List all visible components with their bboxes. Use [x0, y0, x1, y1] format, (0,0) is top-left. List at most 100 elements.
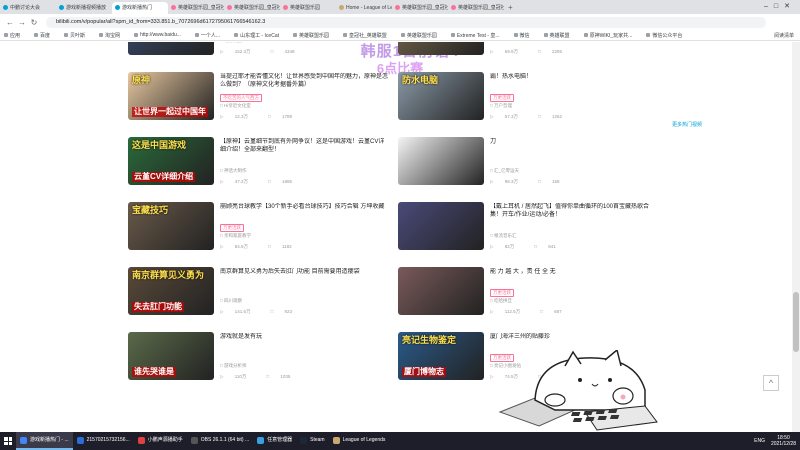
video-title[interactable]: 刀	[490, 138, 660, 146]
video-thumbnail[interactable]	[128, 42, 214, 55]
back-to-top-button[interactable]: ^	[763, 375, 779, 391]
bookmark-favicon-icon	[234, 33, 239, 38]
video-card[interactable]: ▷ 69.9万 □ 2285	[398, 42, 658, 67]
view-count-value: 84.6万	[234, 244, 248, 249]
taskbar-app-icon	[332, 436, 340, 444]
bookmark-item[interactable]: 英雄联盟	[543, 32, 570, 39]
input-language[interactable]: ENG	[754, 438, 765, 444]
browser-tab[interactable]: 英雄联盟乐园_皇冠社	[392, 2, 448, 14]
video-thumbnail[interactable]	[398, 42, 484, 55]
video-stats: ▷ 141.6万 □ 923	[220, 309, 312, 315]
video-card[interactable]: 原神 让世界一起过中国年 当提过耶才能否懂文化！让世界感受到中国年的魅力，原神是怎么…	[128, 72, 388, 132]
comment-icon: □	[540, 309, 545, 314]
browser-tab[interactable]: 英雄联盟乐园	[280, 2, 336, 14]
video-stats: ▷ 112.6万 □ 687	[490, 309, 582, 315]
bookmark-item[interactable]: 皇冠社_英雄联盟	[343, 32, 387, 39]
video-thumbnail[interactable]: 亮记生物鉴定 厦门博物志	[398, 332, 484, 380]
video-title[interactable]: 【戴上耳机 / 居然起飞】值得你单曲循环的100首宝藏热歌合集！开车/作业/运动…	[490, 203, 660, 219]
uploader-name[interactable]: □ 神话大制作	[220, 168, 246, 174]
video-card[interactable]: □ 幻影汉服 ▷ 152.3万 □ 4348	[128, 42, 388, 67]
video-card[interactable]: 南京群算见义勇为 失去肛门功能 南京群算见义勇为后失去肛门功能 目前需要用造瘘袋 □ …	[128, 267, 388, 327]
taskbar-app[interactable]: OBS 26.1.1 (64 bit) ...	[187, 432, 253, 450]
bookmark-item[interactable]: 微信	[513, 32, 530, 39]
taskbar-app[interactable]: League of Legends	[329, 432, 390, 450]
forward-icon[interactable]: →	[16, 18, 28, 27]
uploader-name[interactable]: □ 游戏分析师	[220, 363, 246, 369]
video-thumbnail[interactable]	[398, 267, 484, 315]
start-button[interactable]	[0, 432, 16, 450]
uploader-name[interactable]: □ 万户哲理	[490, 103, 512, 109]
video-thumbnail[interactable]: 这是中国游戏 云堇CV详细介绍	[128, 137, 214, 185]
video-thumbnail[interactable]: 谁先哭谁是	[128, 332, 214, 380]
new-tab-button[interactable]: +	[504, 2, 517, 14]
video-card[interactable]: 这是中国游戏 云堇CV详细介绍 【原神】云堇细节到底有外网争议！这是中国游戏！云堇C…	[128, 137, 388, 197]
taskbar-app[interactable]: 小鹏声源播助手	[134, 432, 187, 450]
uploader-name[interactable]: □ Hi亲近文化室	[220, 103, 251, 109]
bookmark-favicon-icon	[583, 33, 588, 38]
bookmark-item[interactable]: http://www.baidu...	[134, 32, 181, 38]
bookmark-item[interactable]: 淘宝网	[99, 32, 120, 39]
video-title[interactable]: 当提过耶才能否懂文化！让世界感受到中国年的魅力，原神是怎么做到？（原神文化考据番…	[220, 73, 390, 89]
bookmark-item[interactable]: 微信公众平台	[646, 32, 682, 39]
uploader-name[interactable]: □ 吃哈拼旦	[490, 298, 512, 304]
uploader-name[interactable]: □ 汇_亿零运天	[490, 168, 519, 174]
video-title[interactable]: 游戏就是发有玩	[220, 333, 390, 341]
comment-count: □ 923	[270, 309, 301, 314]
browser-tab[interactable]: 游戏新播视频播放	[56, 2, 112, 14]
browser-tab[interactable]: 游戏新播热门	[112, 2, 168, 14]
uploader-name[interactable]: □ 根流音乐汇	[490, 233, 516, 239]
browser-tab[interactable]: 中鹏讨论大会	[0, 2, 56, 14]
video-thumbnail[interactable]: 防水电脑	[398, 72, 484, 120]
clock[interactable]: 18:50 2021/12/28	[771, 435, 796, 447]
taskbar-app[interactable]: 任意管理器	[253, 432, 296, 450]
video-thumbnail[interactable]: 原神 让世界一起过中国年	[128, 72, 214, 120]
bookmark-item[interactable]: 原神WIKI_玩家共...	[583, 32, 632, 39]
bookmark-item[interactable]: 山东理工 - IceCat	[234, 32, 279, 39]
comment-count-value: 1886	[281, 179, 292, 184]
scrollbar-thumb[interactable]	[793, 292, 799, 352]
tab-favicon-icon	[59, 5, 64, 11]
bookmark-item[interactable]: 英雄联盟乐园	[293, 32, 329, 39]
video-title[interactable]: 【原神】云堇细节到底有外网争议！这是中国游戏！云堇CV详细介绍！全部来翻型！	[220, 138, 390, 154]
bookmark-item[interactable]: Extreme Test - 皇...	[450, 32, 500, 39]
video-thumbnail[interactable]	[398, 202, 484, 250]
back-icon[interactable]: ←	[4, 18, 16, 27]
browser-tab[interactable]: 英雄联盟乐园_皇冠社	[448, 2, 504, 14]
taskbar-app[interactable]: 21570215732156...	[73, 432, 134, 450]
more-popular-link[interactable]: 更多热门视频	[672, 121, 702, 128]
browser-tab[interactable]: Home - League of Le...	[336, 2, 392, 14]
bookmark-item[interactable]: 百度	[34, 32, 50, 39]
video-title[interactable]: 崩顾亮台球教学【30个新手必看台球技巧】技巧合辑 方坤收藏	[220, 203, 390, 211]
reading-list-button[interactable]: 阅读清单	[774, 32, 794, 39]
bookmark-item[interactable]: 贝叶斯	[64, 32, 85, 39]
video-title[interactable]: 霸！热水电脑！	[490, 73, 660, 81]
taskbar-app[interactable]: 游戏新播热门 - ...	[16, 432, 73, 450]
video-card[interactable]: 谁先哭谁是 游戏就是发有玩 □ 游戏分析师 ▷ 110万 □ 1035	[128, 332, 388, 392]
bookmark-item[interactable]: 一个人...	[194, 32, 220, 39]
reload-icon[interactable]: ↻	[28, 18, 40, 27]
video-thumbnail[interactable]: 南京群算见义勇为 失去肛门功能	[128, 267, 214, 315]
uploader-name[interactable]: □ 四川观察	[220, 298, 242, 304]
video-card[interactable]: 防水电脑 霸！热水电脑！ 万更活跃 □ 万户哲理 ▷ 57.3万 □ 1262	[398, 72, 658, 132]
bookmark-item[interactable]: 应用	[4, 32, 20, 39]
taskbar-app[interactable]: Steam	[296, 432, 328, 450]
video-title[interactable]: 厦门海洋三州的贴藤珍	[490, 333, 660, 341]
video-title[interactable]: 能 力 越 大 ，责 任 全 无	[490, 268, 660, 276]
video-title[interactable]: 南京群算见义勇为后失去肛门功能 目前需要用造瘘袋	[220, 268, 390, 276]
page-scrollbar[interactable]	[792, 42, 800, 432]
video-card[interactable]: 刀 □ 汇_亿零运天 ▷ 98.3万 □ 158	[398, 137, 658, 197]
video-card[interactable]: 能 力 越 大 ，责 任 全 无万更活跃 □ 吃哈拼旦 ▷ 112.6万 □ 687	[398, 267, 658, 327]
video-card[interactable]: 【戴上耳机 / 居然起飞】值得你单曲循环的100首宝藏热歌合集！开车/作业/运动…	[398, 202, 658, 262]
browser-tab[interactable]: 英雄联盟乐园_皇冠社	[168, 2, 224, 14]
uploader-name[interactable]: □ 亲和家庭教学	[220, 233, 251, 239]
window-controls[interactable]: –□✕	[764, 2, 796, 10]
url-input[interactable]: bilibili.com/v/popular/all?spm_id_from=3…	[46, 16, 766, 28]
play-icon: ▷	[490, 179, 495, 184]
browser-tab[interactable]: 英雄联盟乐园_皇冠社	[224, 2, 280, 14]
video-card[interactable]: 宝藏技巧 崩顾亮台球教学【30个新手必看台球技巧】技巧合辑 方坤收藏 万更活跃 □ 亲…	[128, 202, 388, 262]
video-thumbnail[interactable]	[398, 137, 484, 185]
video-tag-badge: 万更活跃	[490, 289, 514, 297]
uploader-name[interactable]: □ 幻影汉服	[220, 42, 242, 44]
video-thumbnail[interactable]: 宝藏技巧	[128, 202, 214, 250]
bookmark-item[interactable]: 英雄联盟乐园	[400, 32, 437, 39]
